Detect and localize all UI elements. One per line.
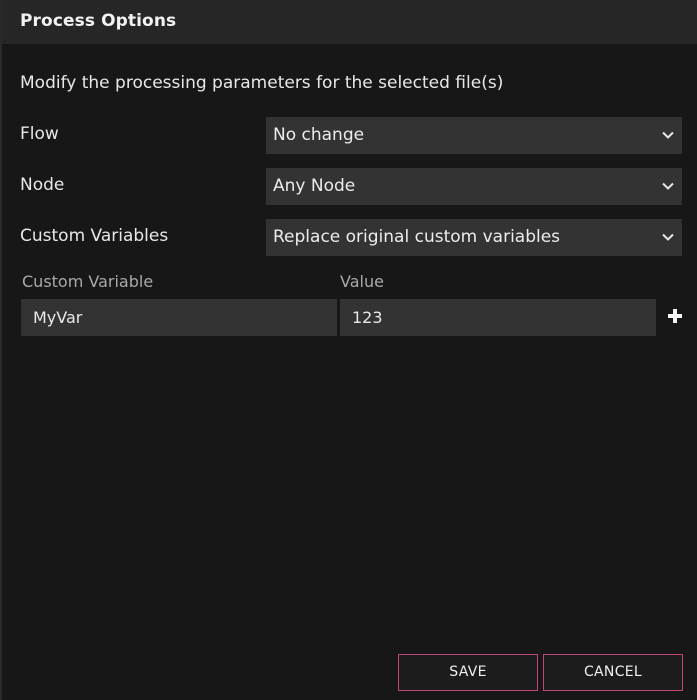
custom-variables-select-value: Replace original custom variables [273,227,561,247]
process-options-dialog: Process Options Modify the processing pa… [0,0,697,700]
custom-variables-label: Custom Variables [20,226,169,246]
custom-variable-column-header: Custom Variable [22,272,154,291]
chevron-down-icon [662,182,674,190]
dialog-title: Process Options [20,11,177,31]
custom-variable-value-input[interactable] [340,299,656,336]
flow-select[interactable]: No change [266,117,682,154]
cancel-button[interactable]: CANCEL [543,654,683,691]
flow-select-value: No change [273,125,365,145]
value-column-header: Value [340,272,384,291]
custom-variable-name-input[interactable] [21,299,337,336]
save-button[interactable]: SAVE [398,654,538,691]
chevron-down-icon [662,233,674,241]
plus-icon[interactable] [667,307,683,325]
flow-label: Flow [20,124,59,144]
custom-variables-select[interactable]: Replace original custom variables [266,219,682,256]
node-label: Node [20,175,65,195]
dialog-header: Process Options [2,0,697,44]
node-select-value: Any Node [273,176,356,196]
node-select[interactable]: Any Node [266,168,682,205]
chevron-down-icon [662,131,674,139]
dialog-description: Modify the processing parameters for the… [20,73,504,93]
